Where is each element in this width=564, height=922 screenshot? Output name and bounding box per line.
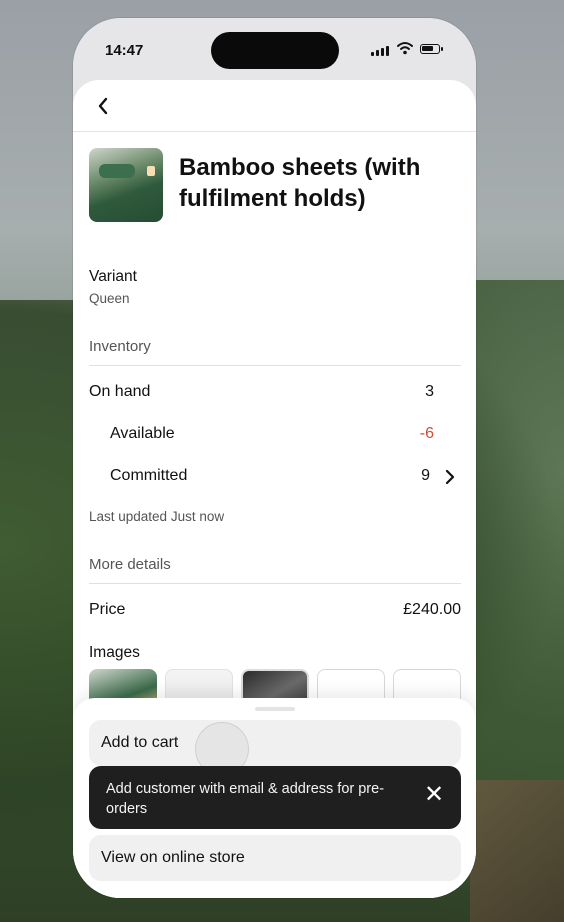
on-hand-value: 3 bbox=[425, 383, 434, 400]
more-details-section-title: More details bbox=[89, 556, 171, 573]
background-wall bbox=[470, 780, 564, 922]
available-label: Available bbox=[110, 425, 175, 442]
variant-label: Variant bbox=[89, 268, 137, 285]
on-hand-label: On hand bbox=[89, 383, 151, 400]
sheet-grabber[interactable] bbox=[255, 707, 295, 711]
last-updated-text: Last updated Just now bbox=[89, 509, 225, 524]
price-value: £240.00 bbox=[403, 601, 461, 618]
inventory-section-title: Inventory bbox=[89, 338, 151, 355]
close-icon[interactable]: ✕ bbox=[423, 783, 445, 807]
divider bbox=[89, 583, 461, 584]
chevron-right-icon bbox=[445, 469, 455, 485]
toast-message: Add customer with email & address for pr… bbox=[106, 781, 385, 817]
images-label: Images bbox=[89, 644, 140, 661]
product-thumbnail[interactable] bbox=[89, 148, 163, 222]
nav-bar bbox=[73, 80, 476, 132]
committed-label: Committed bbox=[110, 467, 188, 484]
status-time: 14:47 bbox=[105, 42, 144, 59]
status-bar: 14:47 bbox=[73, 18, 476, 80]
toast-notification: Add customer with email & address for pr… bbox=[89, 766, 461, 829]
variant-value: Queen bbox=[89, 291, 130, 306]
committed-value: 9 bbox=[421, 467, 430, 484]
view-online-store-button[interactable]: View on online store bbox=[89, 835, 461, 881]
dynamic-island bbox=[211, 32, 339, 69]
divider bbox=[89, 365, 461, 366]
product-title: Bamboo sheets (with fulfilment holds) bbox=[179, 154, 421, 212]
cellular-signal-icon bbox=[371, 46, 389, 56]
available-value: -6 bbox=[419, 425, 434, 442]
back-button[interactable] bbox=[89, 92, 117, 120]
add-to-cart-button[interactable]: Add to cart bbox=[89, 720, 461, 766]
price-label: Price bbox=[89, 601, 126, 618]
phone-frame: 14:47 Bamboo sheets (with fulfilment hol… bbox=[73, 18, 476, 898]
chevron-left-icon bbox=[98, 97, 108, 115]
product-sheet: Bamboo sheets (with fulfilment holds) Va… bbox=[73, 80, 476, 898]
action-sheet: Add to cart Add customer with email & ad… bbox=[73, 698, 476, 898]
wifi-icon bbox=[397, 42, 413, 55]
battery-icon bbox=[420, 44, 440, 54]
